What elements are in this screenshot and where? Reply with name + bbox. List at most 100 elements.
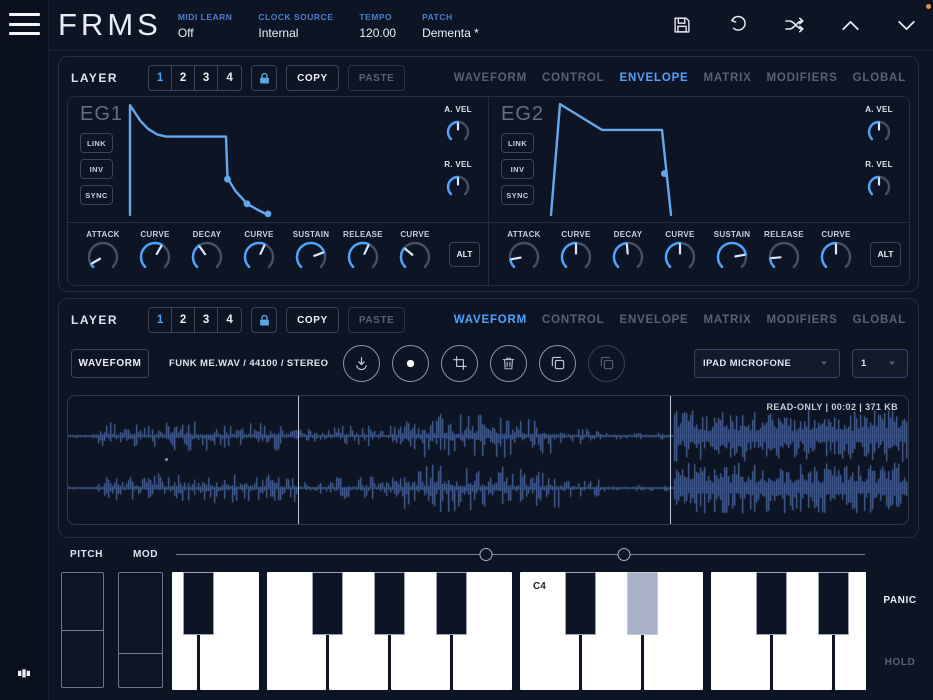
panic-button[interactable]: PANIC bbox=[872, 595, 928, 606]
layer-label: LAYER bbox=[71, 71, 118, 85]
layer-button-4[interactable]: 4 bbox=[218, 66, 241, 90]
link-button[interactable]: LINK bbox=[501, 133, 534, 153]
waveform-display[interactable]: READ-ONLY | 00:02 | 371 KB bbox=[67, 395, 909, 525]
tab-waveform[interactable]: WAVEFORM bbox=[454, 72, 527, 84]
lock-icon[interactable] bbox=[251, 307, 277, 333]
tab-envelope[interactable]: ENVELOPE bbox=[619, 72, 688, 84]
r-velknob[interactable] bbox=[866, 174, 892, 205]
tab-matrix[interactable]: MATRIX bbox=[704, 72, 752, 84]
velocity-knobs: A. VELR. VEL bbox=[855, 103, 903, 213]
paste-button[interactable]: PASTE bbox=[348, 65, 406, 91]
alt-button[interactable]: ALT bbox=[870, 242, 901, 267]
input-source-select[interactable]: IPAD MICROFONE bbox=[694, 349, 840, 378]
menu-icon[interactable] bbox=[9, 11, 40, 37]
tab-waveform[interactable]: WAVEFORM bbox=[454, 314, 527, 326]
a-velknob[interactable] bbox=[445, 119, 471, 150]
layer-button-4[interactable]: 4 bbox=[218, 308, 241, 332]
sync-button[interactable]: SYNC bbox=[501, 185, 534, 205]
layer-button-3[interactable]: 3 bbox=[195, 66, 218, 90]
key-gs3[interactable] bbox=[374, 572, 405, 635]
release-knob[interactable]: RELEASE bbox=[759, 230, 809, 279]
envelope-curve[interactable] bbox=[551, 103, 851, 215]
sustain-knob[interactable]: SUSTAIN bbox=[286, 230, 336, 279]
slider-handle[interactable] bbox=[480, 548, 493, 561]
field-value[interactable]: 120.00 bbox=[359, 26, 396, 40]
save-icon[interactable] bbox=[669, 12, 695, 38]
alt-button[interactable]: ALT bbox=[449, 242, 480, 267]
curve-knob[interactable]: CURVE bbox=[234, 230, 284, 279]
key-fs3[interactable] bbox=[312, 572, 343, 635]
key-cs4[interactable] bbox=[565, 572, 596, 635]
field-value[interactable]: Internal bbox=[258, 26, 333, 40]
tab-global[interactable]: GLOBAL bbox=[853, 72, 906, 84]
crop-icon[interactable] bbox=[441, 345, 478, 382]
import-icon[interactable] bbox=[343, 345, 380, 382]
tab-control[interactable]: CONTROL bbox=[542, 314, 604, 326]
layer-button-1[interactable]: 1 bbox=[149, 308, 172, 332]
curve-knob[interactable]: CURVE bbox=[811, 230, 861, 279]
lock-icon[interactable] bbox=[251, 65, 277, 91]
release-knob[interactable]: RELEASE bbox=[338, 230, 388, 279]
randomize-icon[interactable] bbox=[781, 12, 807, 38]
key-as3[interactable] bbox=[436, 572, 467, 635]
tab-modifiers[interactable]: MODIFIERS bbox=[767, 314, 838, 326]
sidebar bbox=[0, 0, 49, 700]
chevron-down-icon[interactable] bbox=[893, 12, 919, 38]
key-fs4[interactable] bbox=[756, 572, 787, 635]
topbar-field: CLOCK SOURCEInternal bbox=[258, 12, 333, 40]
waveform-button[interactable]: WAVEFORM bbox=[71, 349, 149, 378]
trash-icon[interactable] bbox=[490, 345, 527, 382]
attack-knob[interactable]: ATTACK bbox=[78, 230, 128, 279]
inv-button[interactable]: INV bbox=[501, 159, 534, 179]
tab-matrix[interactable]: MATRIX bbox=[704, 314, 752, 326]
a-velknob[interactable] bbox=[866, 119, 892, 150]
mod-wheel[interactable] bbox=[118, 572, 163, 688]
inv-button[interactable]: INV bbox=[80, 159, 113, 179]
r-velknob[interactable] bbox=[445, 174, 471, 205]
tab-envelope[interactable]: ENVELOPE bbox=[619, 314, 688, 326]
tab-global[interactable]: GLOBAL bbox=[853, 314, 906, 326]
curve-knob[interactable]: CURVE bbox=[551, 230, 601, 279]
loop-range-slider[interactable] bbox=[176, 554, 865, 555]
attack-knob[interactable]: ATTACK bbox=[499, 230, 549, 279]
duplicate-icon[interactable] bbox=[539, 345, 576, 382]
pitch-wheel[interactable] bbox=[61, 572, 104, 688]
sustain-knob[interactable]: SUSTAIN bbox=[707, 230, 757, 279]
layer-button-2[interactable]: 2 bbox=[172, 66, 195, 90]
key-ds3[interactable] bbox=[183, 572, 214, 635]
chevron-up-icon[interactable] bbox=[837, 12, 863, 38]
field-value[interactable]: Off bbox=[178, 26, 233, 40]
field-label: TEMPO bbox=[359, 12, 396, 22]
tab-control[interactable]: CONTROL bbox=[542, 72, 604, 84]
position-marker[interactable] bbox=[298, 396, 299, 524]
layer-button-2[interactable]: 2 bbox=[172, 308, 195, 332]
hold-button[interactable]: HOLD bbox=[872, 657, 928, 668]
paste-button[interactable]: PASTE bbox=[348, 307, 406, 333]
curve-knob[interactable]: CURVE bbox=[130, 230, 180, 279]
keyboard-icon[interactable] bbox=[14, 664, 34, 684]
channel-select[interactable]: 1 bbox=[852, 349, 908, 378]
knob-dial bbox=[338, 240, 388, 279]
undo-icon[interactable] bbox=[725, 12, 751, 38]
decay-knob[interactable]: DECAY bbox=[182, 230, 232, 279]
curve-knob[interactable]: CURVE bbox=[390, 230, 440, 279]
decay-knob[interactable]: DECAY bbox=[603, 230, 653, 279]
layer-button-1[interactable]: 1 bbox=[149, 66, 172, 90]
sync-button[interactable]: SYNC bbox=[80, 185, 113, 205]
topbar-field: MIDI LEARNOff bbox=[178, 12, 233, 40]
position-marker[interactable] bbox=[670, 396, 671, 524]
layer-button-3[interactable]: 3 bbox=[195, 308, 218, 332]
key-gs4[interactable] bbox=[818, 572, 849, 635]
key-octave-label: C4 bbox=[533, 581, 546, 592]
curve-knob[interactable]: CURVE bbox=[655, 230, 705, 279]
record-icon[interactable] bbox=[392, 345, 429, 382]
link-button[interactable]: LINK bbox=[80, 133, 113, 153]
slider-handle[interactable] bbox=[617, 548, 630, 561]
field-value[interactable]: Dementa * bbox=[422, 26, 479, 40]
copy-button[interactable]: COPY bbox=[286, 307, 339, 333]
envelope-curve[interactable] bbox=[130, 103, 430, 215]
tab-modifiers[interactable]: MODIFIERS bbox=[767, 72, 838, 84]
key-ds4[interactable] bbox=[627, 572, 658, 635]
paste-icon[interactable] bbox=[588, 345, 625, 382]
copy-button[interactable]: COPY bbox=[286, 65, 339, 91]
